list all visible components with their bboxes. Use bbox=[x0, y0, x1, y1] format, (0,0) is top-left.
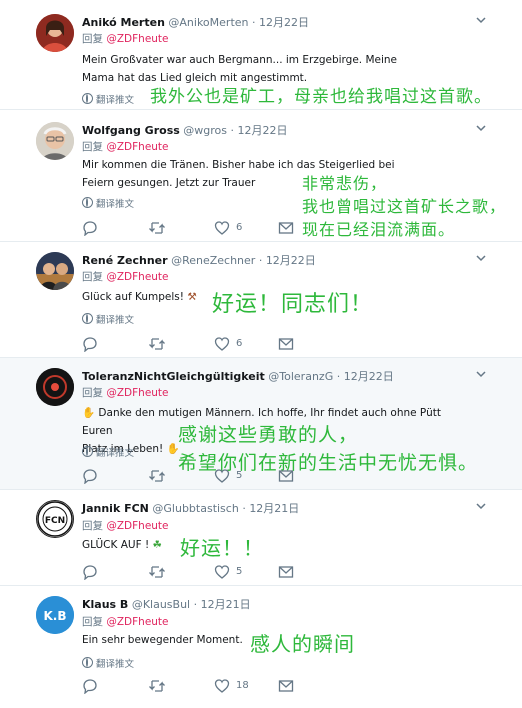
author-handle[interactable]: @KlausBul bbox=[132, 598, 190, 611]
avatar-initials: K.B bbox=[43, 609, 66, 623]
avatar[interactable] bbox=[36, 14, 74, 52]
fcn-logo-text: FCN bbox=[45, 516, 65, 526]
mention-link[interactable]: @ZDFheute bbox=[106, 616, 168, 628]
tweet-date[interactable]: 12月22日 bbox=[344, 370, 394, 383]
tweet-1[interactable]: Anikó Merten @AnikoMerten · 12月22日 回复 @Z… bbox=[0, 0, 522, 110]
like-count: 6 bbox=[236, 338, 243, 349]
author-handle[interactable]: @ReneZechner bbox=[171, 254, 255, 267]
mention-link[interactable]: @ZDFheute bbox=[106, 520, 168, 532]
author-handle[interactable]: @ToleranzG bbox=[268, 370, 333, 383]
tweet-date[interactable]: 12月22日 bbox=[266, 254, 316, 267]
tweet-4[interactable]: ToleranzNichtGleichgültigkeit @ToleranzG… bbox=[0, 358, 522, 490]
avatar[interactable] bbox=[36, 252, 74, 290]
author-handle[interactable]: @Glubbtastisch bbox=[152, 502, 238, 515]
clover-emoji: ☘ bbox=[152, 539, 162, 551]
tweet-3[interactable]: René Zechner @ReneZechner · 12月22日 回复 @Z… bbox=[0, 242, 522, 358]
like-count: 5 bbox=[236, 470, 243, 481]
translate-link[interactable]: 翻译推文 bbox=[82, 312, 134, 326]
chevron-down-icon[interactable] bbox=[476, 14, 486, 27]
author-handle[interactable]: @wgros bbox=[183, 124, 227, 137]
translate-link[interactable]: 翻译推文 bbox=[82, 445, 134, 459]
like-button[interactable]: 6 bbox=[214, 220, 254, 236]
reply-context: 回复 @ZDFheute bbox=[82, 271, 169, 283]
author-name[interactable]: ToleranzNichtGleichgültigkeit bbox=[82, 370, 265, 383]
reply-context: 回复 @ZDFheute bbox=[82, 616, 169, 628]
globe-icon bbox=[82, 657, 93, 668]
author-name[interactable]: Klaus B bbox=[82, 598, 128, 611]
reply-context: 回复 @ZDFheute bbox=[82, 387, 169, 399]
hammer-pick-emoji: ⚒ bbox=[187, 291, 197, 303]
reply-context: 回复 @ZDFheute bbox=[82, 520, 169, 532]
folded-hands-emoji: ✋ bbox=[82, 407, 96, 419]
globe-icon bbox=[82, 197, 93, 208]
annotation: 我外公也是矿工，母亲也给我唱过这首歌。 bbox=[150, 87, 492, 107]
reply-context: 回复 @ZDFheute bbox=[82, 33, 169, 45]
chevron-down-icon[interactable] bbox=[476, 122, 486, 135]
like-count: 6 bbox=[236, 222, 243, 233]
annotation-line-2: 我也曾唱过这首矿长之歌， bbox=[302, 197, 507, 216]
like-button[interactable]: 5 bbox=[214, 564, 254, 580]
annotation: 好运！同志们！ bbox=[212, 292, 374, 317]
tweet-5[interactable]: FCN Jannik FCN @Glubbtastisch · 12月21日 回… bbox=[0, 490, 522, 586]
tweet-6[interactable]: K.B Klaus B @KlausBul · 12月21日 回复 @ZDFhe… bbox=[0, 586, 522, 708]
avatar[interactable]: FCN bbox=[36, 500, 74, 538]
like-button[interactable]: 5 bbox=[214, 468, 254, 484]
reply-context: 回复 @ZDFheute bbox=[82, 141, 169, 153]
like-count: 5 bbox=[236, 566, 243, 577]
author-name[interactable]: Wolfgang Gross bbox=[82, 124, 180, 137]
annotation: 好运！！ bbox=[180, 536, 264, 560]
globe-icon bbox=[82, 313, 93, 324]
annotation: 感人的瞬间 bbox=[250, 632, 355, 656]
like-count: 18 bbox=[236, 680, 249, 691]
avatar[interactable] bbox=[36, 122, 74, 160]
tweet-date[interactable]: 12月22日 bbox=[259, 16, 309, 29]
chevron-down-icon[interactable] bbox=[476, 252, 486, 265]
annotation-line-1: 非常悲伤， bbox=[302, 174, 388, 193]
like-button[interactable]: 6 bbox=[214, 336, 254, 352]
like-button[interactable]: 18 bbox=[214, 678, 258, 694]
chevron-down-icon[interactable] bbox=[476, 368, 486, 381]
author-name[interactable]: Anikó Merten bbox=[82, 16, 165, 29]
tweet-date[interactable]: 12月22日 bbox=[238, 124, 288, 137]
globe-icon bbox=[82, 446, 93, 457]
translate-link[interactable]: 翻译推文 bbox=[82, 92, 134, 106]
globe-icon bbox=[82, 93, 93, 104]
mention-link[interactable]: @ZDFheute bbox=[106, 141, 168, 153]
annotation-line-3: 现在已经泪流满面。 bbox=[302, 220, 456, 239]
avatar[interactable] bbox=[36, 368, 74, 406]
translate-link[interactable]: 翻译推文 bbox=[82, 196, 134, 210]
mention-link[interactable]: @ZDFheute bbox=[106, 33, 168, 45]
tweet-date[interactable]: 12月21日 bbox=[201, 598, 251, 611]
author-name[interactable]: Jannik FCN bbox=[82, 502, 149, 515]
chevron-down-icon[interactable] bbox=[476, 500, 486, 513]
mention-link[interactable]: @ZDFheute bbox=[106, 387, 168, 399]
avatar[interactable]: K.B bbox=[36, 596, 74, 634]
tweet-2[interactable]: Wolfgang Gross @wgros · 12月22日 回复 @ZDFhe… bbox=[0, 110, 522, 242]
translate-link[interactable]: 翻译推文 bbox=[82, 656, 134, 670]
author-name[interactable]: René Zechner bbox=[82, 254, 168, 267]
reply-feed: Anikó Merten @AnikoMerten · 12月22日 回复 @Z… bbox=[0, 0, 522, 708]
mention-link[interactable]: @ZDFheute bbox=[106, 271, 168, 283]
author-handle[interactable]: @AnikoMerten bbox=[168, 16, 248, 29]
tweet-date[interactable]: 12月21日 bbox=[249, 502, 299, 515]
annotation-line-1: 感谢这些勇敢的人， bbox=[178, 424, 359, 446]
